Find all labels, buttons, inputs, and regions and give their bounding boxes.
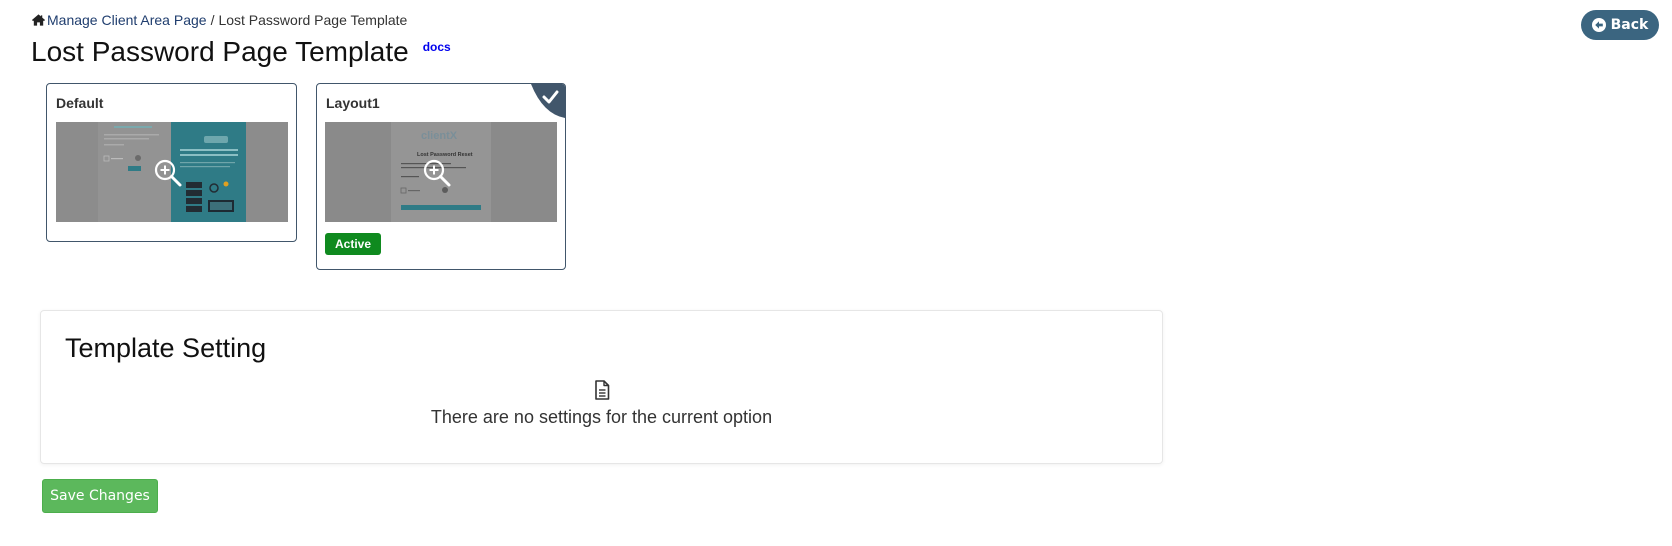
zoom-in-icon[interactable] <box>153 158 183 188</box>
breadcrumb-current: Lost Password Page Template <box>218 12 408 28</box>
page: Manage Client Area Page / Lost Password … <box>0 0 1672 546</box>
back-button-label: Back <box>1610 17 1649 33</box>
template-card-layout1[interactable]: Layout1 clientX Lost Password Reset Acti… <box>316 83 566 270</box>
template-thumbnail[interactable]: clientX Lost Password Reset <box>325 122 557 222</box>
template-card-default[interactable]: Default <box>46 83 297 242</box>
template-name: Layout1 <box>326 95 380 111</box>
file-text-icon <box>595 380 610 400</box>
template-settings-panel: Template Setting There are no settings f… <box>40 310 1163 464</box>
zoom-in-icon[interactable] <box>422 158 452 188</box>
breadcrumb-separator: / <box>210 12 215 28</box>
empty-settings-message: There are no settings for the current op… <box>430 407 773 427</box>
template-name: Default <box>56 95 104 111</box>
thumb-logo-text: clientX <box>421 130 458 142</box>
home-icon[interactable] <box>31 13 46 27</box>
settings-title: Template Setting <box>65 333 267 363</box>
docs-link[interactable]: docs <box>423 40 451 54</box>
back-button[interactable]: Back <box>1581 10 1659 40</box>
breadcrumb: Manage Client Area Page / Lost Password … <box>31 12 407 28</box>
breadcrumb-parent-link[interactable]: Manage Client Area Page <box>47 12 207 28</box>
page-title-row: Lost Password Page Template docs <box>31 36 451 68</box>
active-status-badge: Active <box>325 233 382 255</box>
page-title: Lost Password Page Template <box>31 36 409 67</box>
selected-check-icon <box>531 84 565 118</box>
save-changes-button[interactable]: Save Changes <box>42 479 158 513</box>
arrow-circle-left-icon <box>1591 18 1606 32</box>
template-thumbnail[interactable] <box>56 122 288 222</box>
